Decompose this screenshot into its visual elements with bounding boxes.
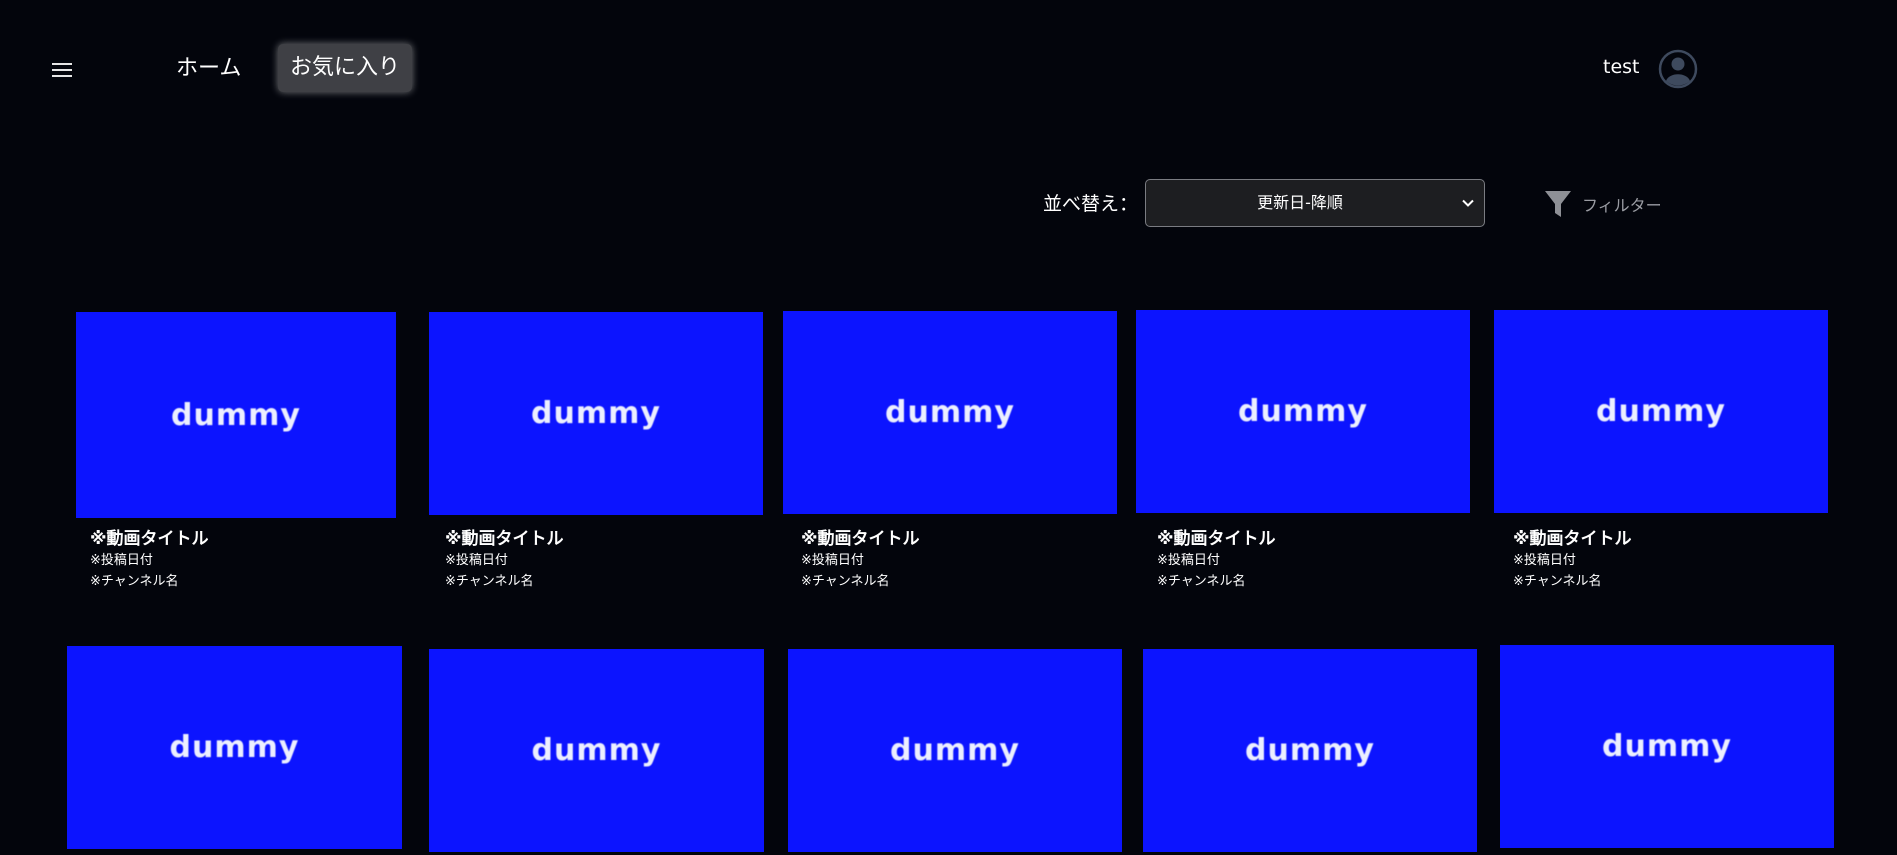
video-date: ※投稿日付 <box>90 553 153 568</box>
user-circle-icon[interactable] <box>1658 49 1698 89</box>
video-title[interactable]: ※動画タイトル <box>1157 528 1276 550</box>
video-channel[interactable]: ※チャンネル名 <box>90 571 209 592</box>
video-channel[interactable]: ※チャンネル名 <box>801 571 920 592</box>
username: test <box>1603 56 1640 78</box>
video-thumbnail[interactable]: dummy <box>783 311 1117 514</box>
video-card[interactable]: dummy <box>1143 649 1479 853</box>
video-card[interactable]: dummy ※動画タイトル ※投稿日付 ※チャンネル名 <box>429 312 769 602</box>
video-title[interactable]: ※動画タイトル <box>801 528 920 550</box>
video-card[interactable]: dummy ※動画タイトル ※投稿日付 ※チャンネル名 <box>783 311 1123 601</box>
video-channel[interactable]: ※チャンネル名 <box>445 571 564 592</box>
video-card[interactable]: dummy <box>429 649 765 853</box>
video-thumbnail[interactable]: dummy <box>67 646 402 849</box>
video-date: ※投稿日付 <box>801 553 864 568</box>
video-date: ※投稿日付 <box>445 553 508 568</box>
video-channel[interactable]: ※チャンネル名 <box>1157 571 1276 592</box>
video-thumbnail[interactable]: dummy <box>1136 310 1470 513</box>
video-title[interactable]: ※動画タイトル <box>445 528 564 550</box>
video-thumbnail[interactable]: dummy <box>788 649 1122 852</box>
nav-home[interactable]: ホーム <box>162 48 255 90</box>
video-thumbnail[interactable]: dummy <box>76 312 396 518</box>
video-card[interactable]: dummy ※動画タイトル ※投稿日付 ※チャンネル名 <box>1494 310 1834 600</box>
video-card[interactable]: dummy ※動画タイトル ※投稿日付 ※チャンネル名 <box>76 312 416 602</box>
video-title[interactable]: ※動画タイトル <box>90 528 209 550</box>
video-channel[interactable]: ※チャンネル名 <box>1513 571 1632 592</box>
video-card[interactable]: dummy <box>67 646 403 850</box>
video-date: ※投稿日付 <box>1157 553 1220 568</box>
chevron-down-icon <box>1462 199 1474 207</box>
video-thumbnail[interactable]: dummy <box>429 649 764 852</box>
video-thumbnail[interactable]: dummy <box>429 312 763 515</box>
hamburger-menu-icon[interactable] <box>50 58 74 82</box>
favorites-page: ホーム お気に入り test 並べ替え： 更新日-降順 フィルター dummy … <box>0 0 1897 855</box>
sort-label: 並べ替え： <box>1043 193 1139 215</box>
video-card[interactable]: dummy <box>788 649 1124 853</box>
video-card[interactable]: dummy <box>1500 645 1836 849</box>
filter-button[interactable]: フィルター <box>1544 188 1662 220</box>
filter-label: フィルター <box>1582 196 1662 215</box>
video-thumbnail[interactable]: dummy <box>1494 310 1828 513</box>
sort-select[interactable]: 更新日-降順 <box>1145 179 1485 227</box>
funnel-icon <box>1545 191 1571 217</box>
video-date: ※投稿日付 <box>1513 553 1576 568</box>
video-thumbnail[interactable]: dummy <box>1500 645 1834 848</box>
video-thumbnail[interactable]: dummy <box>1143 649 1477 852</box>
video-card[interactable]: dummy ※動画タイトル ※投稿日付 ※チャンネル名 <box>1136 310 1476 600</box>
video-title[interactable]: ※動画タイトル <box>1513 528 1632 550</box>
sort-selected-value: 更新日-降順 <box>1257 193 1343 212</box>
nav-favorites[interactable]: お気に入り <box>278 44 413 92</box>
